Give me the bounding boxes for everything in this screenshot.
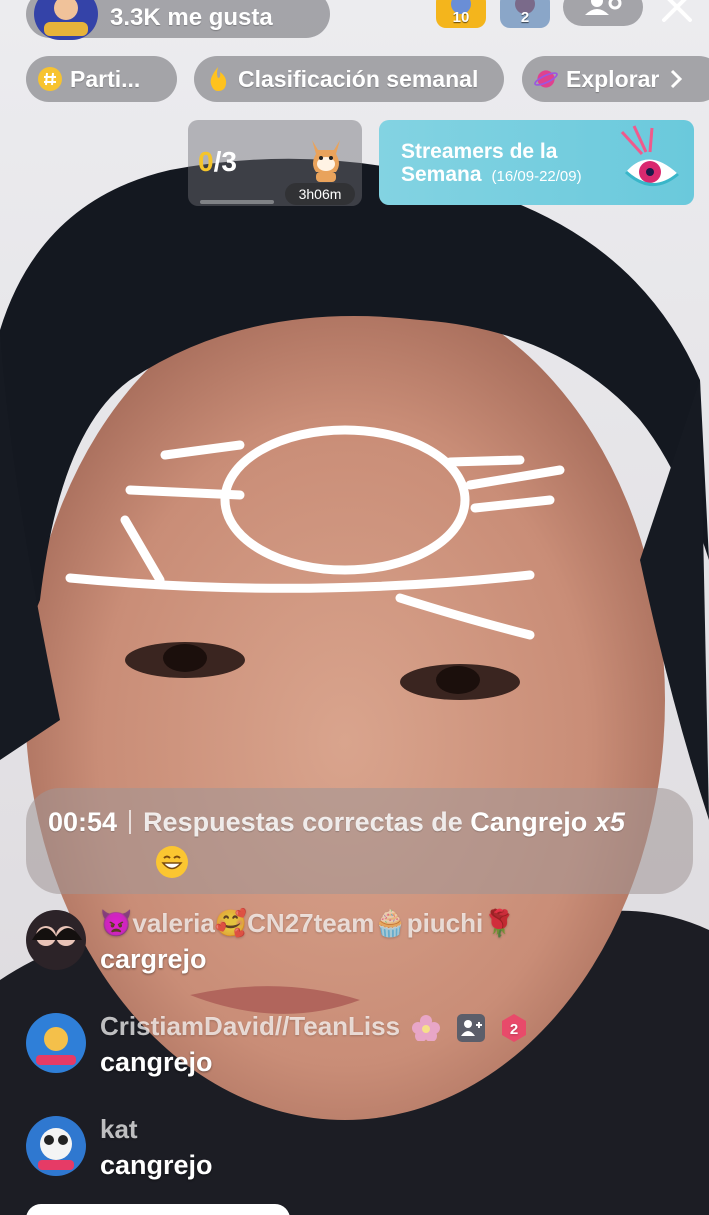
people-icon [585,0,622,15]
game-announcement: 00:54 Respuestas correctas de Cangrejo x5 [26,788,693,894]
chat-comment[interactable]: 👿valeria🥰CN27team🧁piuchi🌹 cargrejo [26,908,686,978]
chip-explore[interactable]: Explorar [522,56,709,102]
grinning-face-icon [156,845,188,878]
follower-badge-icon [456,1014,485,1043]
rank-badge-gold[interactable]: 10 [434,0,488,30]
likes-count: 3.3K me gusta [110,4,273,31]
rank-badge-silver[interactable]: 2 [498,0,552,30]
planet-icon [534,67,558,91]
rank-badge-number: 10 [452,9,470,26]
announcement-time: 00:54 [48,807,118,837]
chat-comment[interactable]: CristiamDavid//TeanLiss 2 cangrejo [26,1011,686,1081]
hashtag-icon [38,67,62,91]
close-icon[interactable] [656,0,698,24]
streamers-of-week-banner[interactable]: Streamers de la Semana (16/09-22/09) [379,120,694,205]
commenter-avatar[interactable] [26,1116,86,1176]
commenter-name: CristiamDavid//TeanLiss 2 [100,1011,532,1043]
comment-text: cangrejo [100,1047,213,1077]
rank-badge-number: 2 [520,9,530,26]
chip-participate[interactable]: Parti... [26,56,177,102]
banner-title-line1: Streamers de la [401,140,558,163]
task-timer: 3h06m [285,183,355,205]
task-progress-bar [200,200,274,204]
commenter-avatar[interactable] [26,1013,86,1073]
level-badge-number: 2 [510,1021,518,1038]
commenter-name: kat [100,1114,138,1144]
chip-label: Parti... [70,65,141,92]
chip-label: Clasificación semanal [238,65,479,92]
commenter-avatar[interactable] [26,910,86,970]
comment-text: cargrejo [100,944,207,974]
live-stream-screen: 3.3K me gusta 10 2 Parti... Clasificació… [0,0,709,1215]
shiba-dog-icon [312,140,340,182]
chevron-right-icon [671,69,683,89]
level-badge-icon: 2 [501,1014,526,1043]
task-completed: 0 [198,146,214,177]
commenter-name: 👿valeria🥰CN27team🧁piuchi🌹 [100,908,516,938]
banner-title: Streamers de la Semana (16/09-22/09) [401,140,601,188]
streamer-avatar[interactable] [34,0,98,40]
banner-dates: (16/09-22/09) [491,168,582,185]
task-progress-count: 0/3 [198,146,237,178]
announcement-keyword: Cangrejo [470,807,588,837]
streamer-likes-pill[interactable]: 3.3K me gusta [26,0,330,40]
chip-weekly-ranking[interactable]: Clasificación semanal [194,56,504,102]
chat-comment[interactable]: kat cangrejo [26,1114,686,1184]
chip-label: Explorar [566,65,660,92]
viewers-button[interactable] [563,0,643,26]
announcement-multiplier: x5 [594,807,625,837]
comment-input-bar[interactable] [26,1204,290,1215]
flame-icon [206,67,230,91]
eye-icon [620,125,679,186]
flower-icon [412,1015,441,1042]
commenter-name-text: CristiamDavid//TeanLiss [100,1011,401,1041]
divider [129,810,132,834]
task-total: /3 [213,146,237,177]
announcement-text: Respuestas correctas de [143,807,463,837]
comment-text: cangrejo [100,1150,213,1180]
banner-title-line2: Semana [401,163,482,186]
daily-task-card[interactable]: 0/3 3h06m [188,120,362,206]
